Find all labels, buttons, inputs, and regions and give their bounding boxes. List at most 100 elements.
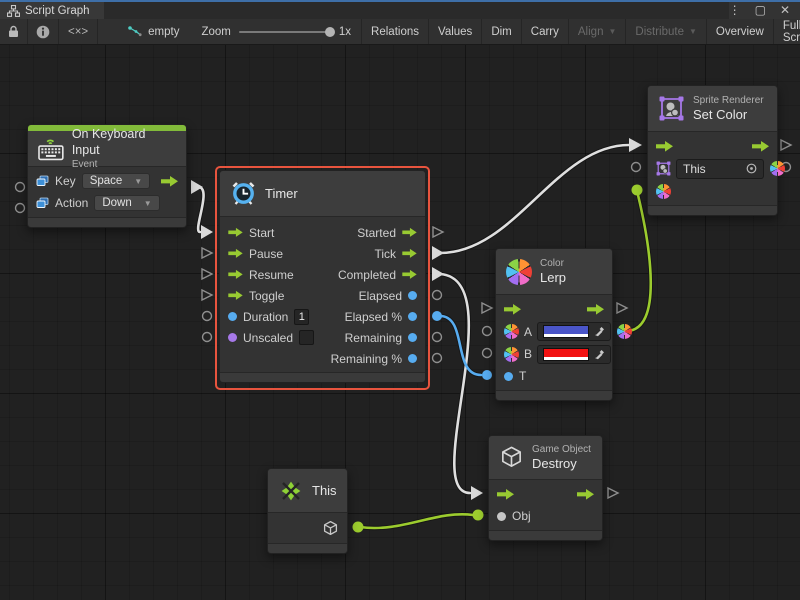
node-footer [28, 217, 186, 227]
port-timer-started-out[interactable] [433, 227, 443, 237]
object-picker-icon[interactable] [746, 163, 757, 174]
port-destroy-flow-in[interactable] [471, 486, 483, 500]
port-timer-elapsed-out[interactable] [433, 291, 442, 300]
tab-strip: Script Graph ⋮ ▢ ✕ [0, 2, 800, 19]
graph-toolbar: <×> empty Zoom 1x Relations Values Dim C… [0, 19, 800, 45]
port-keyboard-action-in[interactable] [16, 204, 25, 213]
value-port-icon [228, 312, 237, 321]
overview-button[interactable]: Overview [706, 19, 773, 44]
color-output-icon [770, 161, 785, 176]
port-timer-toggle-in[interactable] [202, 290, 212, 300]
value-port-icon [504, 372, 513, 381]
duration-input[interactable]: 1 [294, 309, 309, 325]
port-timer-remaining-out[interactable] [433, 333, 442, 342]
game-object-cube-icon [322, 520, 339, 537]
node-on-keyboard-input[interactable]: On Keyboard Input Event Key Space▼ [27, 124, 187, 228]
port-timer-tick-out[interactable] [432, 246, 444, 260]
value-port-icon [408, 354, 417, 363]
a-label: A [524, 325, 532, 339]
port-timer-start-in[interactable] [201, 225, 213, 239]
node-title: Set Color [693, 107, 764, 123]
tab-script-graph[interactable]: Script Graph [0, 2, 104, 19]
color-wheel-icon [506, 259, 532, 285]
zoom-control: Zoom 1x [191, 19, 361, 44]
node-this[interactable]: This [267, 468, 348, 554]
flow-arrow-icon [402, 227, 417, 238]
node-color-lerp[interactable]: Color Lerp A [495, 248, 613, 401]
graph-hierarchy-icon [7, 5, 20, 17]
port-destroy-flow-out[interactable] [608, 488, 618, 498]
node-title: Destroy [532, 456, 591, 472]
node-subtitle: Event [72, 158, 176, 171]
port-this-value-out[interactable] [353, 522, 364, 533]
wire-tick-to-setcolor[interactable] [440, 145, 629, 253]
unscaled-checkbox[interactable] [299, 330, 314, 345]
values-button[interactable]: Values [428, 19, 481, 44]
node-footer [489, 530, 602, 540]
window-close-icon[interactable]: ✕ [780, 2, 790, 19]
this-object-field[interactable]: This [676, 159, 764, 179]
node-title: This [312, 483, 337, 499]
port-setcolor-this-in[interactable] [632, 163, 641, 172]
graph-pointer-icon [128, 26, 142, 38]
code-toggle-button[interactable]: <×> [59, 19, 98, 44]
port-setcolor-color-in[interactable] [632, 185, 643, 196]
node-type-label: Color [540, 257, 566, 270]
key-dropdown[interactable]: Space▼ [82, 173, 151, 189]
graph-reference[interactable]: empty [116, 19, 191, 44]
wire-keyboard-to-timer-start[interactable] [198, 187, 204, 232]
flow-arrow-icon [497, 488, 514, 501]
flow-arrow-icon [228, 248, 243, 259]
zoom-value: 1x [339, 26, 351, 38]
port-setcolor-flow-in[interactable] [629, 138, 642, 152]
zoom-slider[interactable] [239, 31, 331, 33]
timer-selection-outline: Timer Start Started Pause Tick [215, 166, 430, 390]
node-timer[interactable]: Timer Start Started Pause Tick [219, 170, 426, 383]
wire-elapsedpct-to-lerp-t[interactable] [440, 316, 481, 375]
key-label: Key [55, 174, 76, 188]
value-port-icon [228, 333, 237, 342]
port-timer-pause-in[interactable] [202, 248, 212, 258]
graph-canvas[interactable]: On Keyboard Input Event Key Space▼ [0, 45, 800, 600]
port-timer-elapsedpct-out[interactable] [432, 311, 442, 321]
zoom-label: Zoom [201, 26, 230, 38]
relations-button[interactable]: Relations [361, 19, 428, 44]
port-lerp-b-in[interactable] [483, 349, 492, 358]
port-lerp-a-in[interactable] [483, 327, 492, 336]
flow-arrow-icon [504, 303, 521, 316]
port-lerp-flow-in[interactable] [482, 303, 492, 313]
carry-button[interactable]: Carry [521, 19, 568, 44]
port-timer-duration-in[interactable] [203, 312, 212, 321]
dim-button[interactable]: Dim [481, 19, 520, 44]
info-button[interactable] [28, 19, 59, 44]
port-timer-unscaled-in[interactable] [203, 333, 212, 342]
color-b-field[interactable] [537, 345, 611, 364]
action-dropdown[interactable]: Down▼ [94, 195, 159, 211]
keycode-icon [36, 197, 49, 209]
port-timer-completed-out[interactable] [432, 267, 444, 281]
window-maximize-icon[interactable]: ▢ [755, 2, 766, 19]
port-setcolor-flow-out[interactable] [781, 140, 791, 150]
wire-lerp-to-setcolor-color[interactable] [626, 195, 651, 331]
color-type-icon [504, 324, 519, 339]
lock-button[interactable] [0, 19, 28, 44]
chevron-down-icon: ▼ [144, 199, 152, 208]
port-destroy-obj-in[interactable] [473, 510, 484, 521]
color-a-swatch[interactable] [543, 325, 589, 338]
color-output-icon [617, 324, 632, 339]
port-lerp-flow-out[interactable] [617, 303, 627, 313]
fullscreen-button[interactable]: Full Screen [773, 19, 800, 44]
color-a-field[interactable] [537, 322, 611, 341]
zoom-slider-handle[interactable] [325, 27, 335, 37]
distribute-button: Distribute▼ [625, 19, 706, 44]
color-b-swatch[interactable] [543, 348, 589, 361]
port-timer-remainingpct-out[interactable] [433, 354, 442, 363]
port-timer-resume-in[interactable] [202, 269, 212, 279]
port-keyboard-key-in[interactable] [16, 183, 25, 192]
node-destroy[interactable]: Game Object Destroy Obj [488, 435, 603, 541]
value-port-icon [497, 512, 506, 521]
port-lerp-t-in[interactable] [482, 370, 492, 380]
window-menu-icon[interactable]: ⋮ [729, 2, 741, 19]
node-set-color[interactable]: Sprite Renderer Set Color [647, 85, 778, 216]
flow-arrow-icon [228, 269, 243, 280]
